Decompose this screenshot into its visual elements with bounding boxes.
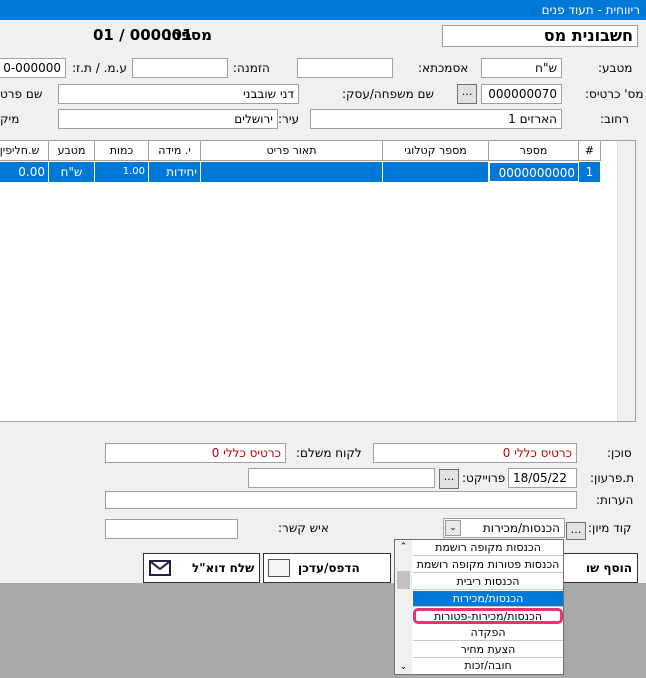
project-lookup-button[interactable]: ... xyxy=(439,469,459,489)
currency-label: מטבע: xyxy=(598,61,633,75)
card-lookup-button[interactable]: ... xyxy=(457,84,477,104)
dropdown-option[interactable]: הכנסות פטורות מקופה רושמת xyxy=(413,557,563,573)
chevron-down-icon[interactable]: ⌄ xyxy=(445,520,461,536)
payer-label: לקוח משלם: xyxy=(296,446,362,460)
col-header-num[interactable]: # xyxy=(579,141,601,161)
currency-field[interactable]: ש"ח xyxy=(481,58,562,78)
payer-field[interactable]: כרטיס כללי 0 xyxy=(105,443,286,463)
invoice-form: חשבונית מס מספר: 01 / 000001 מטבע: ש"ח א… xyxy=(0,20,646,583)
envelope-icon xyxy=(149,560,171,576)
print-update-button[interactable]: הדפס/עדכן xyxy=(263,553,391,583)
add-button[interactable]: הוסף שו xyxy=(560,553,638,583)
city-label: עיר: xyxy=(278,112,300,126)
zip-label: מיק xyxy=(0,112,20,126)
dropdown-option[interactable]: הצעת מחיר xyxy=(413,642,563,658)
print-button-label: הדפס/עדכן xyxy=(298,561,360,575)
notes-field[interactable] xyxy=(105,491,577,509)
dropdown-scrollbar[interactable]: ⌃ ⌄ xyxy=(395,540,412,674)
contact-field[interactable] xyxy=(105,519,238,539)
add-button-label: הוסף שו xyxy=(585,561,632,575)
send-email-button[interactable]: שלח דוא"ל xyxy=(143,553,260,583)
cell-currency[interactable]: ש"ח xyxy=(49,162,95,182)
doc-type-field[interactable]: חשבונית מס xyxy=(442,25,638,47)
cell-sku[interactable]: 0000000000 xyxy=(489,162,579,182)
project-field[interactable] xyxy=(248,468,435,488)
scroll-down-icon[interactable]: ⌄ xyxy=(395,660,412,674)
dropdown-option-selected[interactable]: הכנסות/מכירות xyxy=(413,591,563,607)
scroll-thumb[interactable] xyxy=(397,571,410,589)
order-label: הזמנה: xyxy=(233,61,270,75)
dropdown-option[interactable]: הכנסות מקופה רושמת xyxy=(413,540,563,556)
cell-num[interactable]: 1 xyxy=(579,162,601,182)
order-field[interactable] xyxy=(132,58,228,78)
notes-label: הערות: xyxy=(596,493,634,507)
due-label: ת.פרעון: xyxy=(590,471,635,485)
dropdown-option[interactable]: הכנסות ריבית xyxy=(413,574,563,590)
col-header-desc[interactable]: תאור פריט xyxy=(201,141,383,161)
sort-lookup-button[interactable]: ... xyxy=(566,522,586,540)
col-header-catalog[interactable]: מספר קטלוגי xyxy=(383,141,489,161)
dropdown-option[interactable]: חובה/זכות xyxy=(413,658,563,674)
number-value: 01 / 000001 xyxy=(93,26,193,44)
city-field[interactable]: ירושלים xyxy=(58,109,278,129)
agent-field[interactable]: כרטיס כללי 0 xyxy=(373,443,577,463)
sort-select[interactable]: הכנסות/מכירות ⌄ xyxy=(443,518,565,538)
sort-dropdown-list[interactable]: ⌃ ⌄ הכנסות מקופה רושמת הכנסות פטורות מקו… xyxy=(394,539,564,675)
firstname-label: שם פרט xyxy=(0,87,43,101)
dropdown-option[interactable]: הפקדה xyxy=(413,625,563,641)
street-field[interactable]: הארזים 1 xyxy=(310,109,562,129)
cell-desc[interactable] xyxy=(201,162,383,182)
cell-unit[interactable]: יחידות xyxy=(149,162,201,182)
vat-field[interactable]: 0-000000 xyxy=(0,58,66,78)
street-label: רחוב: xyxy=(600,112,629,126)
agent-label: סוכן: xyxy=(607,446,632,460)
col-header-fx[interactable]: ש.חליפין xyxy=(0,141,49,161)
card-field[interactable]: 000000070 xyxy=(481,84,562,104)
grid-scrollbar[interactable] xyxy=(617,141,635,421)
col-header-unit[interactable]: י. מידה xyxy=(149,141,201,161)
asmachta-label: אסמכתא: xyxy=(418,61,469,75)
dropdown-option-highlighted[interactable]: הכנסות/מכירות-פטורות xyxy=(413,608,563,624)
sort-label: קוד מיון: xyxy=(588,521,632,535)
window-title: ריווחית - תעוד פנים xyxy=(0,0,646,20)
family-label: שם משפחה/עסק: xyxy=(342,87,435,101)
card-label: מס' כרטיס: xyxy=(585,87,644,101)
cell-fx[interactable]: 0.00 xyxy=(0,162,49,182)
project-label: פרוייקט: xyxy=(462,471,506,485)
col-header-qty[interactable]: כמות xyxy=(95,141,149,161)
sort-select-value: הכנסות/מכירות xyxy=(482,521,560,535)
print-icon xyxy=(268,559,290,577)
cell-qty[interactable]: 1.00 xyxy=(95,162,149,182)
contact-label: איש קשר: xyxy=(278,521,329,535)
asmachta-field[interactable] xyxy=(297,58,393,78)
email-button-label: שלח דוא"ל xyxy=(192,561,255,575)
vat-label: ע.מ. / ת.ז: xyxy=(72,61,127,75)
scroll-up-icon[interactable]: ⌃ xyxy=(395,540,412,554)
family-field[interactable]: דני שובבני xyxy=(58,84,299,104)
items-grid[interactable]: ש.חליפין מטבע כמות י. מידה תאור פריט מספ… xyxy=(0,140,636,422)
cell-catalog[interactable] xyxy=(383,162,489,182)
col-header-sku[interactable]: מספר xyxy=(489,141,579,161)
col-header-currency[interactable]: מטבע xyxy=(49,141,95,161)
due-field[interactable]: 18/05/22 xyxy=(508,468,577,488)
